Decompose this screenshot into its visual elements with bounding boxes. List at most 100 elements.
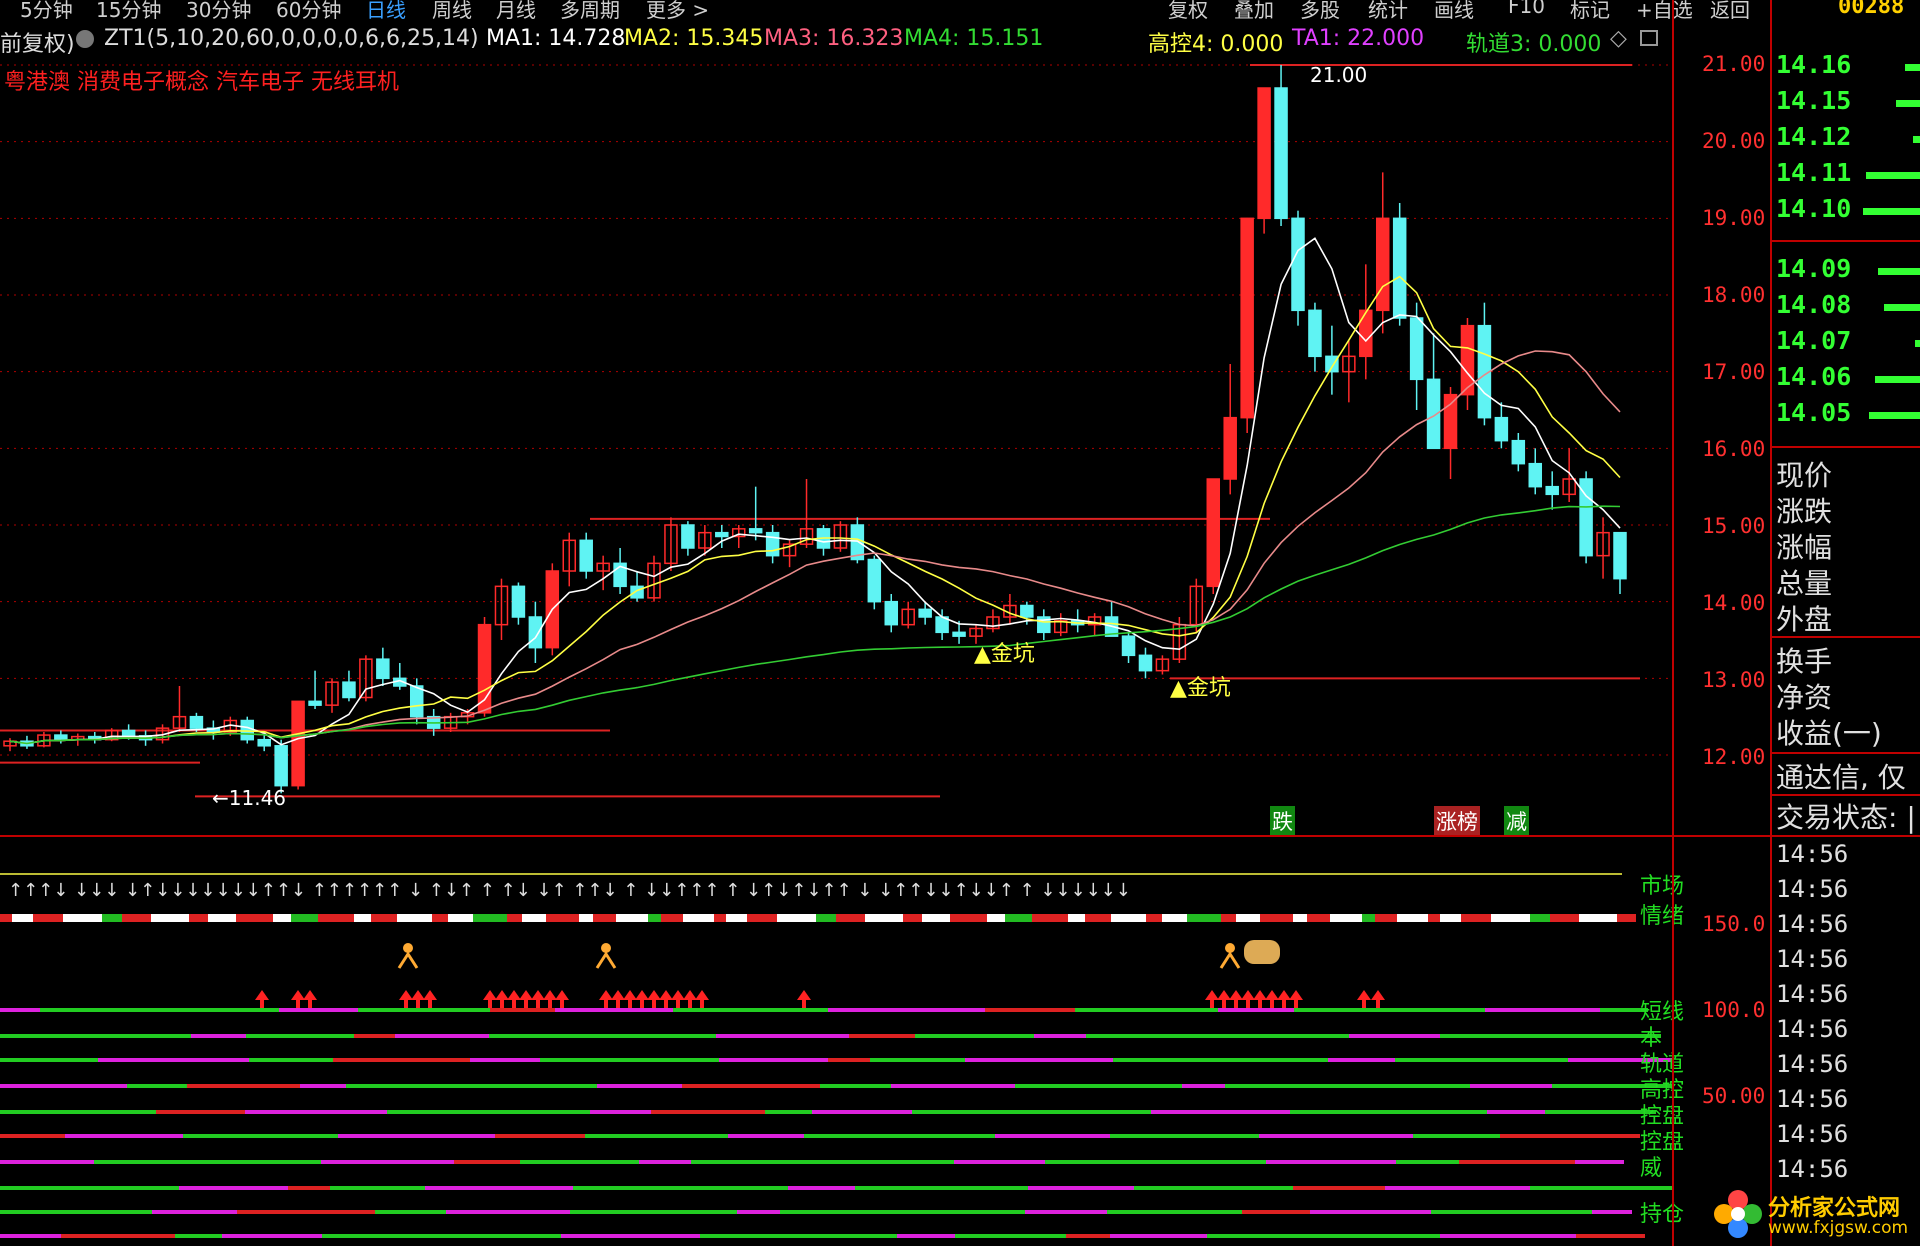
sentiment-bar-segment [1307,914,1330,922]
sentiment-bar-segment [950,914,987,922]
sentiment-bar-segment [371,914,397,922]
sentiment-bar-segment [836,914,865,922]
price-tick: 12.00 [1702,745,1766,769]
indicator-line-segment [912,1110,1065,1114]
trade-time: 14:56 [1776,1050,1849,1078]
indicator-line-segment [540,1058,663,1062]
sentiment-bar-segment [473,914,507,922]
sentiment-bar-segment [432,914,448,922]
indicator-line-segment [1423,1008,1485,1012]
indicator-line-segment [654,1186,788,1190]
indicator-line-segment [249,1058,333,1062]
sentiment-bar-segment [318,914,354,922]
price-tick: 15.00 [1702,514,1766,538]
indicator-line-segment [1349,1034,1440,1038]
sentiment-bar-segment [236,914,273,922]
indicator-line-segment [995,1134,1110,1138]
sentiment-bar-segment [922,914,950,922]
indicator-line-segment [0,1186,123,1190]
candle-body [1443,393,1458,450]
chart-right-divider [1672,0,1674,1246]
indicator-line-segment [639,1160,691,1164]
indicator-line-segment [1608,1186,1672,1190]
back-button[interactable]: 返回 [1710,0,1750,23]
price-tick: 14.00 [1702,591,1766,615]
candle-body [308,700,322,706]
signal-up-arrow [519,990,533,1010]
orderbook-volume-bar [1896,100,1920,107]
indicator-panel[interactable]: ↑↑↑↓ ↓↓↓ ↓↑↓↓↓↓↓↓↓↑↑↓ ↑↑↑↑↑↑ ↓ ↑↓↑ ↑ ↑↓ … [0,838,1672,1246]
logo-url: www.fxjgsw.com [1768,1218,1909,1238]
runner-icon [397,951,419,969]
indicator-line-segment [1396,1160,1459,1164]
sentiment-bar-segment [0,914,12,922]
indicator-line-segment [0,1234,61,1238]
candle-body [1138,654,1153,672]
sentiment-bar-segment [397,914,432,922]
sentiment-bar-segment [1375,914,1397,922]
indicator-line-segment [0,1160,94,1164]
indicator-line-segment [1530,1186,1608,1190]
indicator-line-segment [1158,1134,1259,1138]
indicator-line-segment [828,1058,870,1062]
sentiment-bar-segment [648,914,661,922]
indicator-line-segment [1015,1084,1072,1088]
signal-up-arrow [1357,990,1371,1010]
indicator-line-segment [636,1034,716,1038]
candle-body [1409,317,1424,381]
sentiment-bar-segment [63,914,102,922]
candle-body [1121,635,1136,657]
indicator-line-segment [338,1134,495,1138]
trade-time: 14:56 [1776,1085,1849,1113]
signal-up-arrow [797,990,811,1010]
indicator-line-segment [321,1160,454,1164]
indicator-line-segment [333,1058,470,1062]
watermark-logo: 分析家公式网 www.fxjgsw.com [1710,1186,1918,1244]
quote-label-notice: 通达信, 仅 [1776,761,1906,794]
indicator-label: 市场 [1640,874,1685,899]
indicator-line-segment [425,1186,573,1190]
signal-up-arrow [599,990,613,1010]
indicator-line-segment [915,1034,1034,1038]
orderbook-price: 14.08 [1776,290,1852,319]
quote-separator-3 [1772,752,1920,754]
trade-time: 14:56 [1776,910,1849,938]
sentiment-bar-segment [1530,914,1550,922]
indicator-line-segment [61,1234,175,1238]
orderbook-volume-bar [1875,376,1920,383]
indicator-line-segment [475,1234,561,1238]
indicator-line-segment [897,1234,955,1238]
indicator-line-segment [1107,1210,1242,1214]
orderbook-volume-bar [1878,268,1920,275]
indicator-line-segment [555,1008,673,1012]
indicator-line-segment [322,1234,475,1238]
price-tick: 21.00 [1702,52,1766,76]
indicator-line-segment [330,1186,425,1190]
indicator-line-segment [1110,1234,1207,1238]
quote-label-pct: 涨幅 [1776,531,1833,564]
indicator-line-segment [1470,1084,1552,1088]
orderbook-price: 14.16 [1776,50,1852,79]
sentiment-bar-segment [1293,914,1307,922]
indicator-line-segment [1431,1210,1485,1214]
period-toolbar: 5分钟 15分钟 30分钟 60分钟 日线 周线 月线 多周期 更多 > 复权 … [0,0,1776,22]
indicator-line-segment [985,1008,1075,1012]
indicator-line-segment [1500,1134,1640,1138]
sentiment-bar-segment [1428,914,1440,922]
candle-body [1375,217,1390,312]
candle-body [511,585,526,618]
candle-body [1511,439,1526,465]
quote-separator [1772,446,1920,448]
candle-body [121,729,136,737]
candle-body [952,631,966,637]
indicator-line-segment [788,1186,855,1190]
indicator-line-segment [237,1210,375,1214]
sentiment-bar-segment [1005,914,1032,922]
candlestick-chart[interactable] [0,18,1672,836]
f10-button[interactable]: F10 [1508,0,1545,18]
sentiment-bar-segment [33,914,63,922]
signal-up-arrow [543,990,557,1010]
indicator-line-segment [69,1034,191,1038]
indicator-tick: 50.00 [1702,1084,1766,1108]
signal-up-arrow [1277,990,1291,1010]
